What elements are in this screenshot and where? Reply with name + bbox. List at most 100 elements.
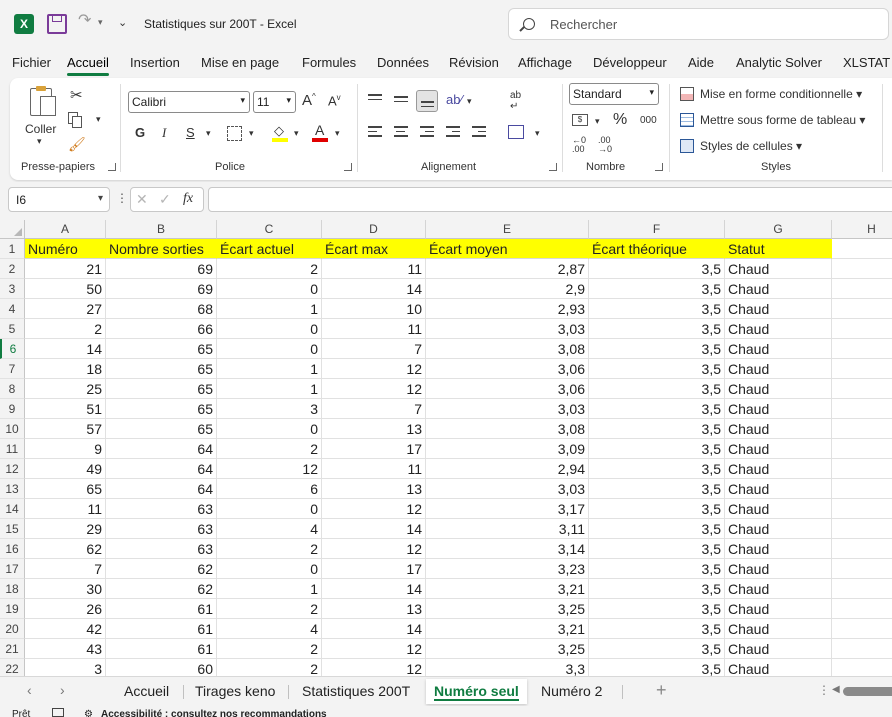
table-cell[interactable]: 17: [322, 559, 426, 579]
table-cell[interactable]: 64: [106, 439, 217, 459]
table-cell[interactable]: 68: [106, 299, 217, 319]
add-sheet-icon[interactable]: +: [656, 680, 667, 701]
table-cell[interactable]: 61: [106, 639, 217, 659]
header-cell[interactable]: Écart actuel: [217, 239, 322, 259]
font-launcher-icon[interactable]: [344, 163, 352, 171]
table-cell[interactable]: 3,5: [589, 639, 725, 659]
horizontal-scrollbar[interactable]: [843, 687, 892, 696]
table-cell[interactable]: [832, 459, 892, 479]
borders-dropdown-icon[interactable]: ▾: [249, 128, 254, 139]
header-cell[interactable]: Écart max: [322, 239, 426, 259]
prev-sheet-icon[interactable]: ‹: [27, 682, 32, 698]
accessibility-status[interactable]: Accessibilité : consultez nos recommanda…: [101, 709, 327, 717]
table-cell[interactable]: 2: [217, 599, 322, 619]
decrease-decimal-icon[interactable]: .00 →0: [598, 136, 612, 154]
align-bottom-button[interactable]: [416, 90, 438, 112]
table-cell[interactable]: 3,5: [589, 519, 725, 539]
table-cell[interactable]: 30: [25, 579, 106, 599]
header-cell[interactable]: [832, 239, 892, 259]
table-cell[interactable]: 65: [106, 419, 217, 439]
table-cell[interactable]: Chaud: [725, 619, 832, 639]
increase-font-size-icon[interactable]: A^: [302, 92, 316, 109]
macro-record-icon[interactable]: [52, 708, 64, 717]
table-cell[interactable]: 3,06: [426, 379, 589, 399]
scroll-left-icon[interactable]: ◀: [832, 684, 840, 695]
table-cell[interactable]: 63: [106, 499, 217, 519]
table-cell[interactable]: 0: [217, 319, 322, 339]
row-header[interactable]: 17: [0, 559, 25, 579]
table-cell[interactable]: 3,08: [426, 339, 589, 359]
table-cell[interactable]: 3,25: [426, 639, 589, 659]
column-header-f[interactable]: F: [589, 220, 725, 239]
table-cell[interactable]: 3,5: [589, 579, 725, 599]
sheet-tab-numero-2[interactable]: Numéro 2: [541, 683, 602, 699]
table-cell[interactable]: 0: [217, 339, 322, 359]
underline-dropdown-icon[interactable]: ▾: [206, 128, 211, 139]
table-cell[interactable]: 14: [322, 279, 426, 299]
table-cell[interactable]: Chaud: [725, 459, 832, 479]
table-cell[interactable]: Chaud: [725, 559, 832, 579]
fill-color-dropdown-icon[interactable]: ▾: [294, 128, 299, 139]
table-cell[interactable]: [832, 259, 892, 279]
table-cell[interactable]: 13: [322, 419, 426, 439]
quick-access-customize-icon[interactable]: ⌄: [118, 16, 138, 36]
row-header[interactable]: 1: [0, 239, 25, 259]
more-options-icon[interactable]: ⋮: [116, 191, 128, 205]
table-cell[interactable]: 3,11: [426, 519, 589, 539]
more-options-icon[interactable]: ⋮: [818, 683, 830, 697]
table-cell[interactable]: 63: [106, 539, 217, 559]
table-cell[interactable]: 21: [25, 259, 106, 279]
table-cell[interactable]: 27: [25, 299, 106, 319]
format-as-table-icon[interactable]: [680, 113, 694, 127]
table-cell[interactable]: 3,5: [589, 619, 725, 639]
table-cell[interactable]: 3,03: [426, 399, 589, 419]
tab-donnees[interactable]: Données: [377, 55, 429, 70]
row-header[interactable]: 9: [0, 399, 25, 419]
table-cell[interactable]: [832, 279, 892, 299]
table-cell[interactable]: 3,5: [589, 379, 725, 399]
table-cell[interactable]: 49: [25, 459, 106, 479]
next-sheet-icon[interactable]: ›: [60, 682, 65, 698]
table-cell[interactable]: 51: [25, 399, 106, 419]
table-cell[interactable]: Chaud: [725, 479, 832, 499]
accounting-dropdown-icon[interactable]: ▾: [595, 116, 600, 127]
align-center-icon[interactable]: [394, 126, 408, 140]
tab-accueil[interactable]: Accueil: [67, 55, 109, 76]
table-cell[interactable]: [832, 339, 892, 359]
conditional-formatting-button[interactable]: Mise en forme conditionnelle ▾: [700, 87, 862, 101]
table-cell[interactable]: [832, 559, 892, 579]
header-cell[interactable]: Numéro: [25, 239, 106, 259]
table-cell[interactable]: 2,94: [426, 459, 589, 479]
table-cell[interactable]: 3,5: [589, 479, 725, 499]
table-cell[interactable]: 11: [322, 259, 426, 279]
copy-dropdown-icon[interactable]: ▾: [96, 114, 101, 125]
row-header[interactable]: 18: [0, 579, 25, 599]
align-top-icon[interactable]: [368, 94, 382, 103]
tab-fichier[interactable]: Fichier: [12, 55, 51, 70]
table-cell[interactable]: 4: [217, 619, 322, 639]
tab-formules[interactable]: Formules: [302, 55, 356, 70]
table-cell[interactable]: 3,5: [589, 339, 725, 359]
table-cell[interactable]: 3,5: [589, 599, 725, 619]
table-cell[interactable]: [832, 659, 892, 676]
column-header-a[interactable]: A: [25, 220, 106, 239]
table-cell[interactable]: Chaud: [725, 299, 832, 319]
table-cell[interactable]: 3,5: [589, 359, 725, 379]
row-header[interactable]: 21: [0, 639, 25, 659]
table-cell[interactable]: 3,5: [589, 299, 725, 319]
table-cell[interactable]: 9: [25, 439, 106, 459]
row-header[interactable]: 19: [0, 599, 25, 619]
sheet-tab-accueil[interactable]: Accueil: [124, 683, 169, 699]
table-cell[interactable]: [832, 439, 892, 459]
tab-analytic-solver[interactable]: Analytic Solver: [736, 55, 822, 70]
header-cell[interactable]: Écart théorique: [589, 239, 725, 259]
row-header[interactable]: 5: [0, 319, 25, 339]
row-header[interactable]: 22: [0, 659, 25, 676]
table-cell[interactable]: 1: [217, 299, 322, 319]
table-cell[interactable]: 7: [322, 399, 426, 419]
table-cell[interactable]: 12: [322, 359, 426, 379]
table-cell[interactable]: 3,5: [589, 319, 725, 339]
table-cell[interactable]: [832, 479, 892, 499]
align-left-icon[interactable]: [368, 126, 382, 140]
table-cell[interactable]: 3,25: [426, 599, 589, 619]
